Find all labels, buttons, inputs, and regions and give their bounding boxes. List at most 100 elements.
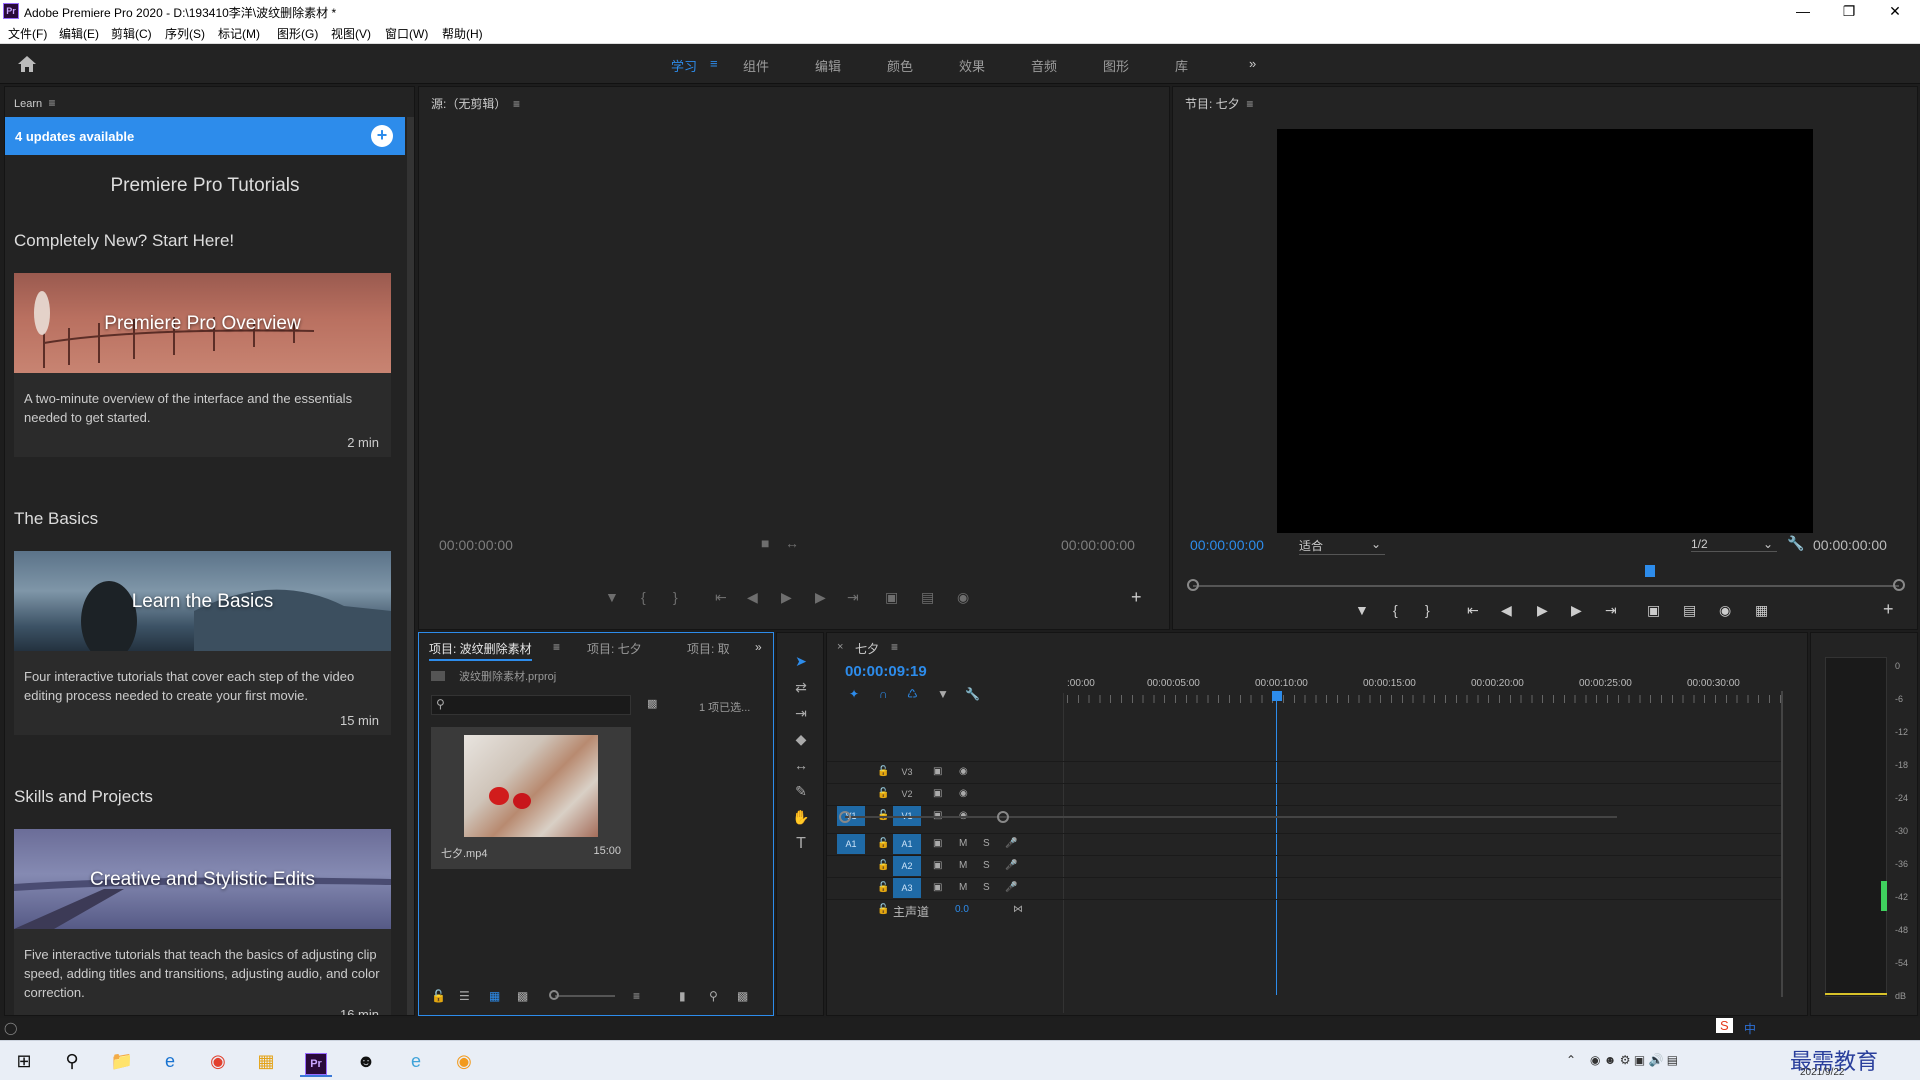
export-frame-icon[interactable]: ◉ [957,589,969,606]
extract-icon[interactable]: ▤ [1683,602,1696,619]
workspace-graphics[interactable]: 图形 [1103,56,1129,75]
tutorial-card-creative[interactable]: Creative and Stylistic Edits Five intera… [14,829,391,1015]
workspace-overflow-icon[interactable]: » [1249,56,1256,71]
sync-lock-icon[interactable]: ▣ [933,838,942,849]
go-to-in-icon[interactable]: ⇤ [1467,602,1479,619]
updates-banner[interactable]: 4 updates available + [5,117,405,155]
lock-icon[interactable]: 🔓 [877,860,889,871]
panel-menu-icon[interactable]: ≡ [45,96,56,110]
windows-start-icon[interactable]: ⊞ [4,1045,44,1077]
menu-edit[interactable]: 编辑(E) [59,25,99,42]
add-marker-icon[interactable]: ▼ [937,687,949,701]
playhead-handle[interactable] [1272,691,1282,701]
track-target-v3[interactable]: V3 [893,762,921,782]
scrub-start-handle[interactable] [1187,579,1199,591]
automate-sequence-icon[interactable]: ▮ [679,989,686,1003]
pen-tool-icon[interactable]: ✎ [792,783,810,801]
home-icon[interactable] [16,54,38,74]
program-video-display[interactable] [1277,129,1813,533]
mark-in-icon[interactable]: { [641,589,646,605]
sync-lock-icon[interactable]: ▣ [933,788,942,799]
resolution-dropdown[interactable]: 1/2 ⌄ [1691,537,1777,552]
track-select-tool-icon[interactable]: ⇄ [792,679,810,697]
program-timecode[interactable]: 00:00:00:00 [1190,537,1264,553]
premiere-taskbar-icon[interactable]: Pr [296,1045,336,1077]
panel-menu-icon[interactable]: ≡ [891,640,898,654]
zoom-slider-handle[interactable] [549,990,559,1000]
wrench-icon[interactable]: 🔧 [1787,535,1804,552]
source-timecode-in[interactable]: 00:00:00:00 [439,537,513,553]
selection-tool-icon[interactable]: ➤ [792,653,810,671]
hand-tool-icon[interactable]: ✋ [792,809,810,827]
lock-icon[interactable]: 🔓 [877,788,889,799]
go-to-out-icon[interactable]: ⇥ [847,589,859,606]
export-frame-icon[interactable]: ◉ [1719,602,1731,619]
scrub-end-handle[interactable] [1893,579,1905,591]
track-row-master[interactable]: 🔓 主声道 0.0 ⋈ [827,899,1781,921]
ie-browser-icon[interactable]: e [396,1045,436,1077]
go-to-in-icon[interactable]: ⇤ [715,589,727,606]
linked-selection-icon[interactable]: ♺ [907,687,918,701]
overwrite-icon[interactable]: ▤ [921,589,934,606]
menu-sequence[interactable]: 序列(S) [165,25,205,42]
lock-icon[interactable]: 🔓 [877,882,889,893]
panel-menu-icon[interactable]: ≡ [553,640,560,654]
step-back-icon[interactable]: ◀ [747,589,758,606]
edge-browser-icon[interactable]: e [150,1045,190,1077]
tab-project-other[interactable]: 项目: 取 [687,640,730,657]
sogou-ime-icon[interactable]: S [1716,1018,1733,1033]
workspace-effects[interactable]: 效果 [959,56,985,75]
track-target-a1[interactable]: A1 [893,834,921,854]
step-back-icon[interactable]: ◀ [1501,602,1512,619]
track-row-a1[interactable]: A1 🔓 A1 ▣ M S 🎤 [827,833,1781,855]
panel-menu-icon[interactable]: ≡ [510,97,520,111]
type-tool-icon[interactable]: T [792,835,810,853]
solo-button[interactable]: S [983,860,990,871]
comparison-view-icon[interactable]: ▦ [1755,602,1768,619]
step-forward-icon[interactable]: ▶ [1571,602,1582,619]
source-patch-a1[interactable]: A1 [837,834,865,854]
settings-icon[interactable]: ↔ [785,535,799,551]
freeform-view-icon[interactable]: ▩ [517,989,528,1003]
button-editor-plus-icon[interactable]: + [1131,587,1142,608]
menu-help[interactable]: 帮助(H) [442,25,483,42]
menu-marker[interactable]: 标记(M) [218,25,260,42]
time-ruler[interactable] [1067,695,1785,703]
snap-icon[interactable]: ∩ [879,687,888,701]
project-search-input[interactable]: ⚲ [431,695,631,715]
timeline-h-scrollbar[interactable] [845,816,1617,818]
maximize-button[interactable]: ❐ [1826,0,1872,22]
tray-chevron-icon[interactable]: ⌃ [1566,1053,1576,1067]
list-view-icon[interactable]: ☰ [459,989,470,1003]
track-row-v3[interactable]: 🔓 V3 ▣ ◉ [827,761,1781,783]
track-target-a3[interactable]: A3 [893,878,921,898]
sequence-tab[interactable]: 七夕 [855,640,879,657]
track-target-a2[interactable]: A2 [893,856,921,876]
button-editor-plus-icon[interactable]: + [1883,599,1894,620]
chrome-icon[interactable]: ◉ [198,1045,238,1077]
track-row-a2[interactable]: 🔓 A2 ▣ M S 🎤 [827,855,1781,877]
nest-icon[interactable]: ✦ [849,687,859,701]
razor-tool-icon[interactable]: ◆ [792,731,810,749]
source-panel-title[interactable]: 源:（无剪辑） ≡ [431,95,520,112]
tab-project-ripple[interactable]: 项目: 波纹删除素材 [429,640,532,661]
wrench-icon[interactable]: 🔧 [965,687,980,701]
workspace-assembly[interactable]: 组件 [743,56,769,75]
track-target-v2[interactable]: V2 [893,784,921,804]
mark-out-icon[interactable]: } [673,589,678,605]
lock-icon[interactable]: 🔓 [431,989,446,1003]
sort-icon[interactable]: ≡ [633,989,640,1003]
slip-tool-icon[interactable]: ↔ [792,757,810,775]
tutorial-card-overview[interactable]: Premiere Pro Overview A two-minute overv… [14,273,391,457]
lock-icon[interactable]: 🔓 [877,766,889,777]
track-row-a3[interactable]: 🔓 A3 ▣ M S 🎤 [827,877,1781,899]
workspace-editing[interactable]: 编辑 [815,56,841,75]
workspace-learn[interactable]: 学习 [671,56,697,75]
microphone-icon[interactable]: 🎤 [1005,882,1017,893]
go-to-end-icon[interactable]: ⋈ [1013,904,1023,915]
mark-out-icon[interactable]: } [1425,602,1430,618]
mute-button[interactable]: M [959,860,967,871]
panel-menu-icon[interactable]: ≡ [1243,97,1253,111]
overflow-icon[interactable]: » [755,640,762,654]
mute-button[interactable]: M [959,882,967,893]
